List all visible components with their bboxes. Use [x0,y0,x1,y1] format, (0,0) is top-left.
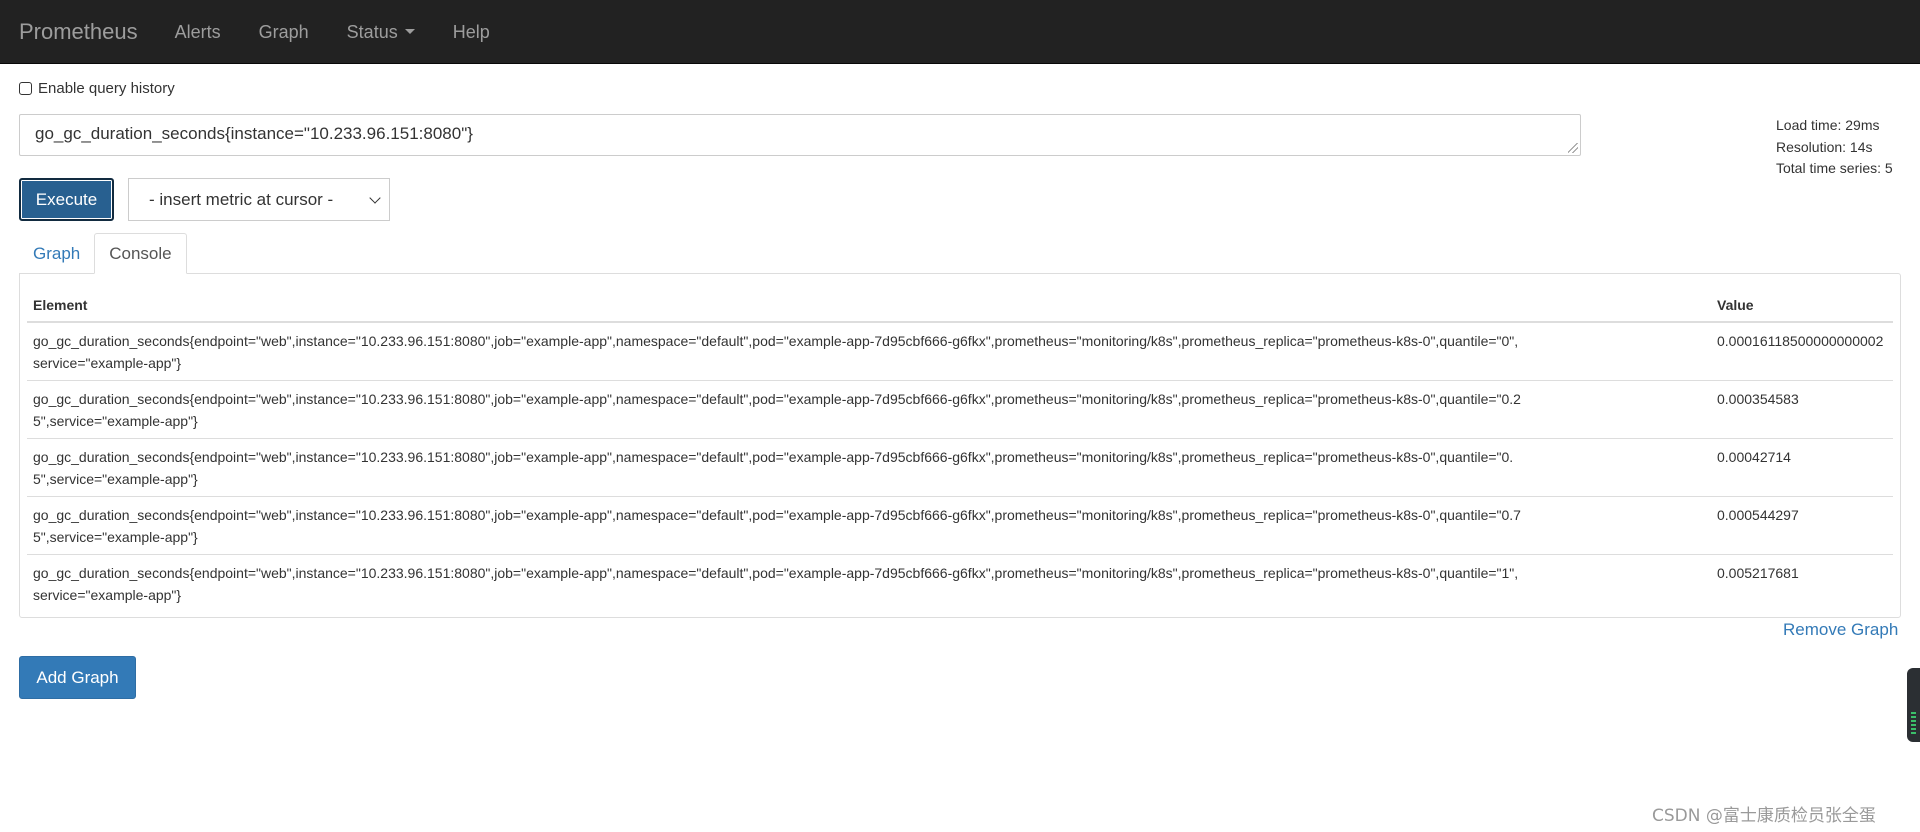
series-label: go_gc_duration_seconds{endpoint="web",in… [33,333,1519,371]
query-history-row: Enable query history [19,80,175,97]
query-stats: Load time: 29ms Resolution: 14s Total ti… [1776,115,1893,180]
execute-button[interactable]: Execute [19,178,114,221]
nav-link-alerts[interactable]: Alerts [156,0,240,64]
tab-console[interactable]: Console [94,233,187,274]
value-cell: 0.00016118500000000002 [1717,333,1884,349]
brand-link[interactable]: Prometheus [19,19,138,45]
value-cell: 0.000354583 [1711,380,1893,439]
table-row: go_gc_duration_seconds{endpoint="web",in… [27,322,1893,381]
insert-metric-select-value: - insert metric at cursor - [149,189,334,209]
nav-link-help[interactable]: Help [434,0,509,64]
table-row: go_gc_duration_seconds{endpoint="web",in… [27,380,1893,439]
table-header-row: Element Value [27,282,1893,323]
value-cell: 0.000544297 [1711,496,1893,555]
column-header-element: Element [27,282,1711,323]
table-row: go_gc_duration_seconds{endpoint="web",in… [27,438,1893,497]
element-cell: go_gc_duration_seconds{endpoint="web",in… [27,380,1711,439]
table-row: go_gc_duration_seconds{endpoint="web",in… [27,554,1893,612]
side-panel-handle[interactable] [1907,668,1920,742]
caret-down-icon [404,29,415,34]
console-panel: Element Value go_gc_duration_seconds{end… [19,273,1901,618]
query-history-checkbox[interactable] [19,82,32,95]
element-cell: go_gc_duration_seconds{endpoint="web",in… [27,496,1711,555]
column-header-value: Value [1711,282,1893,323]
chevron-down-icon [369,192,381,204]
resolution: Resolution: 14s [1776,138,1873,155]
element-cell: go_gc_duration_seconds{endpoint="web",in… [27,438,1711,497]
nav-links: Alerts Graph Status Help [156,0,509,64]
remove-graph-link[interactable]: Remove Graph [1783,620,1898,640]
tab-graph[interactable]: Graph [19,233,94,274]
insert-metric-select[interactable]: - insert metric at cursor - [128,178,390,221]
watermark: CSDN @富士康质检员张全蛋 [1652,806,1876,826]
expression-text: go_gc_duration_seconds{instance="10.233.… [35,124,473,143]
load-time: Load time: 29ms [1776,117,1880,133]
series-label: go_gc_duration_seconds{endpoint="web",in… [33,507,1521,545]
resize-grip-icon[interactable] [1568,143,1578,153]
nav-dropdown-status[interactable]: Status [328,0,434,64]
view-tabs: Graph Console [19,233,187,274]
series-label: go_gc_duration_seconds{endpoint="web",in… [33,449,1514,487]
value-cell: 0.00042714 [1711,438,1893,497]
expression-input[interactable]: go_gc_duration_seconds{instance="10.233.… [19,114,1581,156]
results-table: Element Value go_gc_duration_seconds{end… [27,282,1893,612]
add-graph-button[interactable]: Add Graph [19,656,136,699]
nav-dropdown-status-label: Status [346,21,398,42]
value-cell: 0.005217681 [1711,554,1893,612]
query-history-label[interactable]: Enable query history [38,80,175,97]
table-row: go_gc_duration_seconds{endpoint="web",in… [27,496,1893,555]
element-cell: go_gc_duration_seconds{endpoint="web",in… [27,554,1711,612]
navbar: Prometheus Alerts Graph Status Help [0,0,1920,64]
element-cell: go_gc_duration_seconds{endpoint="web",in… [27,322,1711,381]
nav-link-graph[interactable]: Graph [240,0,328,64]
signal-bars-icon [1911,712,1916,736]
series-label: go_gc_duration_seconds{endpoint="web",in… [33,565,1519,603]
series-label: go_gc_duration_seconds{endpoint="web",in… [33,391,1521,429]
total-time-series: Total time series: 5 [1776,160,1893,176]
